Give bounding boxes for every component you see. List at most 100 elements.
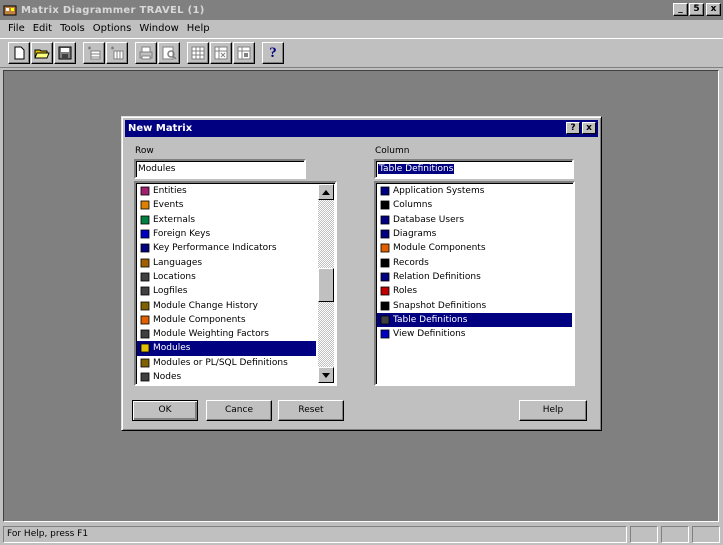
open-button[interactable]	[31, 42, 53, 64]
column-item-label: Snapshot Definitions	[393, 300, 487, 311]
status-panel-2	[661, 526, 689, 543]
logfiles-icon	[139, 286, 150, 297]
column-item[interactable]: Records	[377, 255, 572, 269]
menu-window[interactable]: Window	[135, 21, 182, 37]
row-item[interactable]: Entities	[137, 184, 316, 198]
row-item-label: Nodes	[153, 372, 182, 382]
column-item[interactable]: Relation Definitions	[377, 270, 572, 284]
scroll-down-button[interactable]	[318, 367, 334, 383]
row-item[interactable]: Modules or PL/SQL Definitions	[137, 356, 316, 370]
dialog-close-button[interactable]: x	[582, 122, 596, 134]
print-preview-icon	[162, 46, 177, 60]
column-item[interactable]: Roles	[377, 284, 572, 298]
row-item-label: Logfiles	[153, 286, 188, 297]
row-field[interactable]: Modules	[134, 159, 306, 179]
row-item[interactable]: Module Weighting Factors	[137, 327, 316, 341]
row-item[interactable]: Foreign Keys	[137, 227, 316, 241]
column-item-label: Relation Definitions	[393, 271, 481, 282]
row-item-label: Module Components	[153, 314, 246, 325]
matrix-view-1-button[interactable]	[187, 42, 209, 64]
row-item[interactable]: Module Components	[137, 313, 316, 327]
menu-file[interactable]: File	[4, 21, 29, 37]
add-column-icon	[111, 46, 124, 60]
status-text: For Help, press F1	[3, 526, 627, 543]
module-components-icon	[139, 314, 150, 325]
scroll-up-button[interactable]	[318, 184, 334, 200]
column-listbox[interactable]: Application Systems Columns Database Users…	[374, 181, 575, 386]
column-item-label: Columns	[393, 200, 433, 211]
reset-button[interactable]: Reset	[278, 400, 344, 421]
window-controls: _ 5 x	[672, 3, 721, 16]
roles-icon	[379, 286, 390, 297]
row-item[interactable]: Locations	[137, 270, 316, 284]
scroll-down-icon	[322, 372, 330, 378]
column-field[interactable]: Table Definitions	[374, 159, 574, 179]
row-scrollbar[interactable]	[318, 184, 334, 383]
print-preview-button[interactable]	[158, 42, 180, 64]
help-button[interactable]: ?	[262, 42, 284, 64]
menu-bar: File Edit Tools Options Window Help	[0, 20, 723, 38]
add-row-icon	[88, 46, 101, 60]
dialog-help-button[interactable]: ?	[566, 122, 580, 134]
row-listbox[interactable]: Entities Events Externals Foreign Keys Key P…	[134, 181, 337, 386]
add-column-button[interactable]	[106, 42, 128, 64]
open-icon	[34, 49, 50, 59]
save-button[interactable]	[54, 42, 76, 64]
row-item[interactable]: Externals	[137, 213, 316, 227]
matrix-view-2-button[interactable]	[210, 42, 232, 64]
database-users-icon	[379, 214, 390, 225]
close-button[interactable]: x	[706, 3, 721, 16]
application-systems-icon	[379, 186, 390, 197]
row-item[interactable]: Module Change History	[137, 298, 316, 312]
row-item-label: Modules	[153, 343, 191, 354]
column-label: Column	[375, 146, 410, 156]
row-item[interactable]: Modules	[137, 341, 316, 356]
print-button[interactable]	[135, 42, 157, 64]
menu-options[interactable]: Options	[89, 21, 136, 37]
column-item[interactable]: Table Definitions	[377, 312, 572, 327]
add-row-button[interactable]	[83, 42, 105, 64]
modules-icon	[139, 343, 150, 354]
save-icon	[58, 46, 72, 60]
column-item[interactable]: Diagrams	[377, 227, 572, 241]
matrix-view-3-button[interactable]	[233, 42, 255, 64]
matrix-view-3-icon	[237, 46, 251, 60]
row-item[interactable]: Logfiles	[137, 284, 316, 298]
row-item-label: Events	[153, 200, 184, 211]
menu-tools[interactable]: Tools	[56, 21, 89, 37]
scroll-up-icon	[322, 189, 330, 195]
table-definitions-icon	[379, 314, 390, 325]
row-item[interactable]: Key Performance Indicators	[137, 241, 316, 255]
restore-button[interactable]: 5	[689, 3, 704, 16]
externals-icon	[139, 214, 150, 225]
menu-edit[interactable]: Edit	[29, 21, 56, 37]
status-bar: For Help, press F1	[0, 524, 723, 545]
column-item-label: View Definitions	[393, 329, 466, 340]
module-components-icon	[379, 243, 390, 254]
column-item[interactable]: Snapshot Definitions	[377, 298, 572, 312]
new-button[interactable]	[8, 42, 30, 64]
column-item[interactable]: View Definitions	[377, 327, 572, 341]
column-item-label: Table Definitions	[393, 314, 468, 325]
snapshot-icon	[379, 300, 390, 311]
app-icon[interactable]	[3, 3, 17, 17]
menu-help[interactable]: Help	[183, 21, 214, 37]
entities-icon	[139, 186, 150, 197]
ok-button[interactable]: OK	[132, 400, 198, 421]
row-item[interactable]: Languages	[137, 255, 316, 269]
minimize-button[interactable]: _	[673, 3, 688, 16]
row-item[interactable]: Nodes	[137, 370, 316, 384]
dialog-title: New Matrix	[128, 123, 193, 134]
column-item[interactable]: Database Users	[377, 213, 572, 227]
toolbar: ?	[0, 38, 723, 68]
row-item[interactable]: Events	[137, 198, 316, 212]
cancel-button[interactable]: Cance	[206, 400, 272, 421]
row-scroll-thumb[interactable]	[318, 268, 334, 302]
column-item[interactable]: Application Systems	[377, 184, 572, 198]
column-item[interactable]: Columns	[377, 198, 572, 212]
new-icon	[14, 46, 25, 60]
column-item-label: Application Systems	[393, 186, 485, 197]
dialog-help-pushbutton[interactable]: Help	[519, 400, 587, 421]
print-icon	[139, 46, 153, 60]
column-item[interactable]: Module Components	[377, 241, 572, 255]
